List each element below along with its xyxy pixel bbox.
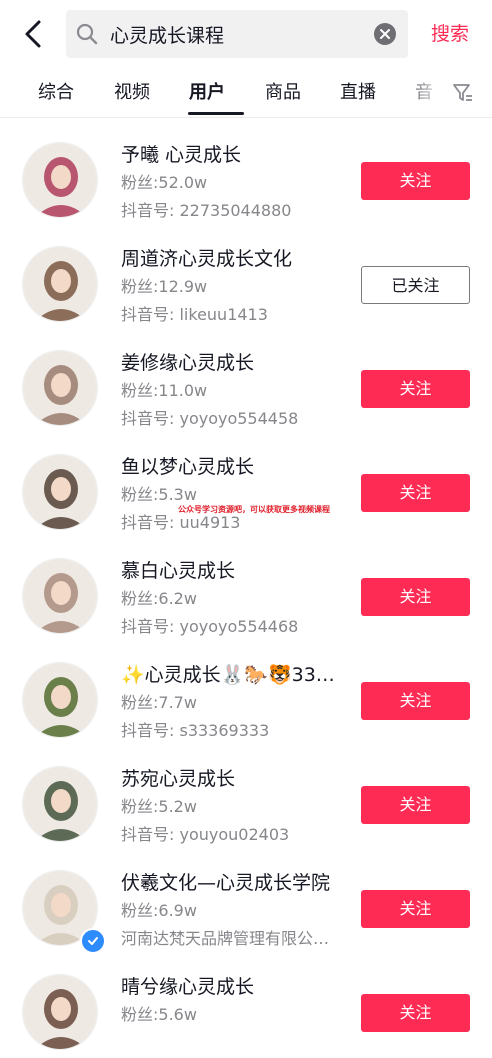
follow-button[interactable]: 关注 [361, 786, 470, 824]
user-name[interactable]: 晴兮缘心灵成长 [121, 974, 351, 1000]
verified-badge-icon [80, 928, 106, 954]
search-icon [76, 23, 98, 45]
followed-button[interactable]: 已关注 [361, 266, 470, 304]
follow-button[interactable]: 关注 [361, 370, 470, 408]
tab-fade [396, 68, 456, 117]
user-id: 抖音号: uu4913 [121, 513, 241, 532]
avatar[interactable] [22, 558, 98, 634]
tab-live[interactable]: 直播 [340, 78, 376, 108]
user-row[interactable]: 慕白心灵成长粉丝:6.2w 抖音号: yoyoyo554468 关注 [0, 538, 492, 642]
user-row[interactable]: 苏宛心灵成长粉丝:5.2w 抖音号: youyou02403 关注 [0, 746, 492, 850]
user-row[interactable]: 周道济心灵成长文化粉丝:12.9w 抖音号: likeuu1413 已关注 [0, 226, 492, 330]
search-box[interactable] [66, 10, 408, 58]
clear-search-button[interactable] [374, 23, 396, 45]
follow-button[interactable]: 关注 [361, 890, 470, 928]
follower-count: 粉丝:6.9w [121, 901, 197, 920]
follower-count: 粉丝:12.9w [121, 277, 208, 296]
avatar[interactable] [22, 766, 98, 842]
user-name[interactable]: 伏羲文化—心灵成长学院 [121, 870, 351, 896]
active-tab-indicator [188, 112, 244, 115]
tab-products[interactable]: 商品 [265, 78, 301, 108]
user-row[interactable]: 鱼以梦心灵成长粉丝:5.3w 抖音号: uu4913 关注 [0, 434, 492, 538]
user-id: 抖音号: 22735044880 [121, 201, 292, 220]
user-id: 抖音号: yoyoyo554468 [121, 617, 299, 636]
user-row[interactable]: 晴兮缘心灵成长粉丝:5.6w 关注 [0, 954, 492, 1058]
avatar[interactable] [22, 662, 98, 738]
user-id: 抖音号: yoyoyo554458 [121, 409, 299, 428]
user-row[interactable]: ✨心灵成长🐰🐎🐯33… 粉丝:7.7w 抖音号: s33369333 关注 [0, 642, 492, 746]
tab-all[interactable]: 综合 [38, 78, 74, 108]
user-name[interactable]: 予曦 心灵成长 [121, 142, 351, 168]
user-name[interactable]: 鱼以梦心灵成长 [121, 454, 351, 480]
search-button[interactable]: 搜索 [420, 18, 480, 50]
filter-icon[interactable] [452, 82, 474, 104]
follower-count: 粉丝:52.0w [121, 173, 208, 192]
user-name[interactable]: 苏宛心灵成长 [121, 766, 351, 792]
close-icon [380, 29, 390, 39]
back-arrow-icon [25, 20, 41, 48]
user-row[interactable]: 姜修缘心灵成长粉丝:11.0w 抖音号: yoyoyo554458 关注 [0, 330, 492, 434]
top-bar: 搜索 [0, 0, 492, 68]
back-button[interactable] [18, 14, 48, 54]
user-id: 抖音号: youyou02403 [121, 825, 290, 844]
avatar[interactable] [22, 974, 98, 1050]
follow-button[interactable]: 关注 [361, 162, 470, 200]
user-row[interactable]: 伏羲文化—心灵成长学院粉丝:6.9w 河南达梵天品牌管理有限公… 关注 [0, 850, 492, 954]
follower-count: 粉丝:6.2w [121, 589, 197, 608]
tab-videos[interactable]: 视频 [114, 78, 150, 108]
follow-button[interactable]: 关注 [361, 994, 470, 1032]
follower-count: 粉丝:5.6w [121, 1005, 197, 1024]
tab-bar: 综合 视频 用户 商品 直播 音 [0, 68, 492, 118]
follower-count: 粉丝:7.7w [121, 693, 197, 712]
user-row[interactable]: 予曦 心灵成长粉丝:52.0w 抖音号: 22735044880 关注 [0, 122, 492, 226]
follow-button[interactable]: 关注 [361, 578, 470, 616]
user-name[interactable]: 姜修缘心灵成长 [121, 350, 351, 376]
follow-button[interactable]: 关注 [361, 474, 470, 512]
watermark-text: 公众号学习资源吧，可以获取更多视频课程 [178, 505, 330, 514]
user-id: 抖音号: likeuu1413 [121, 305, 268, 324]
user-name[interactable]: ✨心灵成长🐰🐎🐯33… [121, 662, 351, 688]
user-id: 河南达梵天品牌管理有限公… [121, 929, 330, 948]
avatar[interactable] [22, 454, 98, 530]
tab-users[interactable]: 用户 [189, 78, 225, 108]
user-name[interactable]: 周道济心灵成长文化 [121, 246, 351, 272]
avatar[interactable] [22, 350, 98, 426]
avatar[interactable] [22, 142, 98, 218]
search-input[interactable] [110, 10, 360, 58]
avatar[interactable] [22, 246, 98, 322]
user-id: 抖音号: s33369333 [121, 721, 270, 740]
user-name[interactable]: 慕白心灵成长 [121, 558, 351, 584]
follow-button[interactable]: 关注 [361, 682, 470, 720]
follower-count: 粉丝:5.3w [121, 485, 197, 504]
follower-count: 粉丝:11.0w [121, 381, 208, 400]
follower-count: 粉丝:5.2w [121, 797, 197, 816]
